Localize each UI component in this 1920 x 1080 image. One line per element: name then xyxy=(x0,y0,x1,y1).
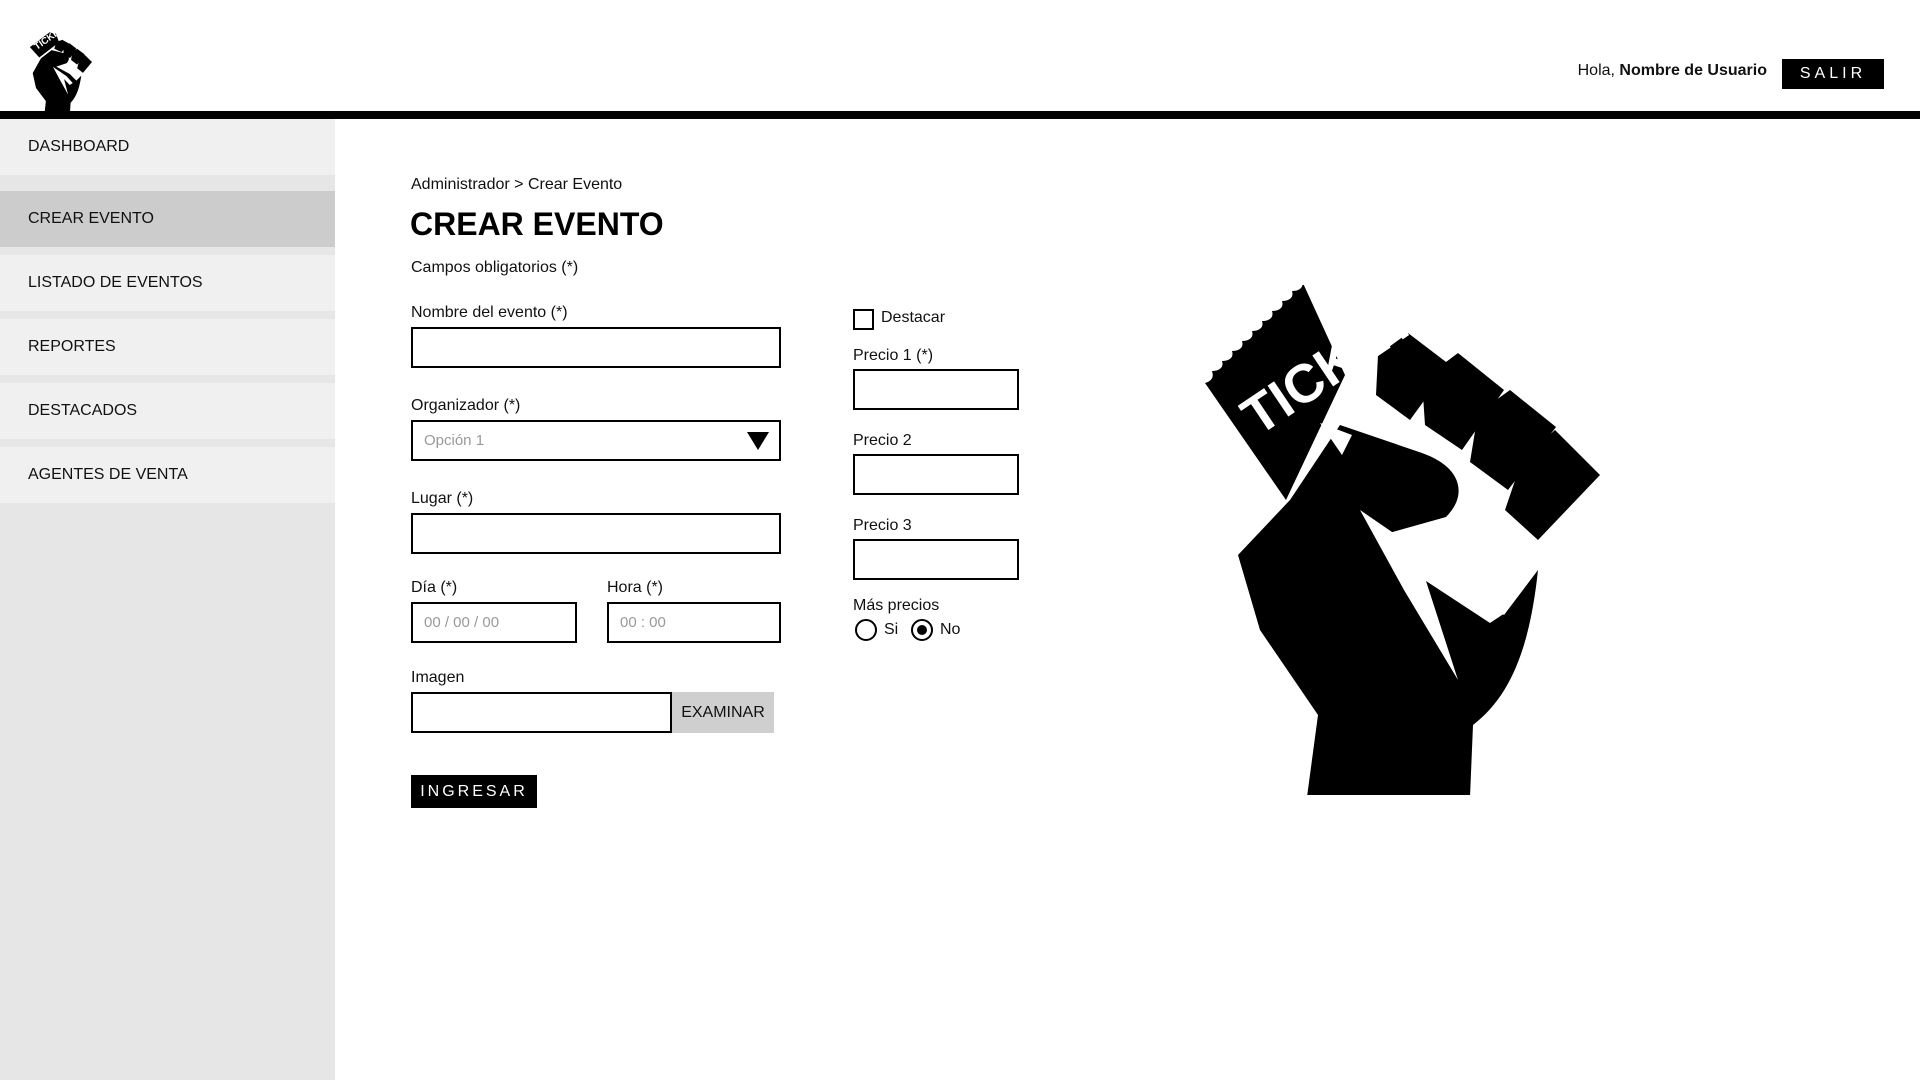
organizer-label: Organizador (*) xyxy=(411,397,521,414)
required-fields-note: Campos obligatorios (*) xyxy=(411,259,579,276)
sidebar-item-reportes[interactable]: REPORTES xyxy=(0,319,335,375)
time-field[interactable] xyxy=(607,602,781,643)
image-path-field[interactable] xyxy=(411,692,672,733)
greeting-prefix: Hola, xyxy=(1577,62,1620,79)
sidebar-item-listado-de-eventos[interactable]: LISTADO DE EVENTOS xyxy=(0,255,335,311)
event-name-label: Nombre del evento (*) xyxy=(411,304,568,321)
browse-button[interactable]: EXAMINAR xyxy=(672,692,774,733)
day-field[interactable] xyxy=(411,602,577,643)
featured-label: Destacar xyxy=(881,309,946,326)
image-label: Imagen xyxy=(411,669,465,686)
logout-button[interactable]: SALIR xyxy=(1782,59,1884,89)
sidebar: DASHBOARD CREAR EVENTO LISTADO DE EVENTO… xyxy=(0,119,335,1080)
more-prices-no-label: No xyxy=(940,621,961,638)
image-path-input[interactable] xyxy=(424,694,670,731)
time-input[interactable] xyxy=(620,604,779,641)
breadcrumb: Administrador > Crear Evento xyxy=(411,176,623,193)
sidebar-item-dashboard[interactable]: DASHBOARD xyxy=(0,119,335,175)
organizer-select[interactable]: Opción 1 xyxy=(411,420,781,461)
sidebar-item-agentes-de-venta[interactable]: AGENTES DE VENTA xyxy=(0,447,335,503)
price1-label: Precio 1 (*) xyxy=(853,347,934,364)
more-prices-si-label: Si xyxy=(884,621,899,638)
price3-input[interactable] xyxy=(866,541,1017,578)
price2-field[interactable] xyxy=(853,454,1019,495)
sidebar-item-crear-evento[interactable]: CREAR EVENTO xyxy=(0,191,335,247)
featured-checkbox[interactable] xyxy=(853,309,874,330)
more-prices-label: Más precios xyxy=(853,597,940,614)
price2-input[interactable] xyxy=(866,456,1017,493)
place-label: Lugar (*) xyxy=(411,490,474,507)
greeting: Hola, Nombre de Usuario xyxy=(1578,62,1767,80)
day-input[interactable] xyxy=(424,604,575,641)
top-header: TICKET Hola, Nombre de Usuario SALIR xyxy=(0,0,1920,116)
price2-label: Precio 2 xyxy=(853,432,912,449)
submit-button[interactable]: INGRESAR xyxy=(411,775,537,808)
header-divider xyxy=(0,111,1920,119)
day-label: Día (*) xyxy=(411,579,458,596)
radio-selected-dot xyxy=(917,625,927,635)
event-name-input[interactable] xyxy=(424,329,779,366)
user-name: Nombre de Usuario xyxy=(1619,62,1767,79)
organizer-selected-value: Opción 1 xyxy=(424,432,485,449)
price1-field[interactable] xyxy=(853,369,1019,410)
place-field[interactable] xyxy=(411,513,781,554)
more-prices-no-radio[interactable] xyxy=(911,619,933,641)
time-label: Hora (*) xyxy=(607,579,664,596)
price3-label: Precio 3 xyxy=(853,517,912,534)
page-title: CREAR EVENTO xyxy=(410,206,664,242)
triangle-down-icon[interactable] xyxy=(747,432,769,450)
fist-ticket-illustration-icon: TICKET xyxy=(1205,285,1600,795)
price1-input[interactable] xyxy=(866,371,1017,408)
more-prices-si-radio[interactable] xyxy=(855,619,877,641)
sidebar-item-destacados[interactable]: DESTACADOS xyxy=(0,383,335,439)
place-input[interactable] xyxy=(424,515,779,552)
price3-field[interactable] xyxy=(853,539,1019,580)
fist-ticket-logo-icon[interactable]: TICKET xyxy=(26,32,102,116)
event-name-field[interactable] xyxy=(411,327,781,368)
